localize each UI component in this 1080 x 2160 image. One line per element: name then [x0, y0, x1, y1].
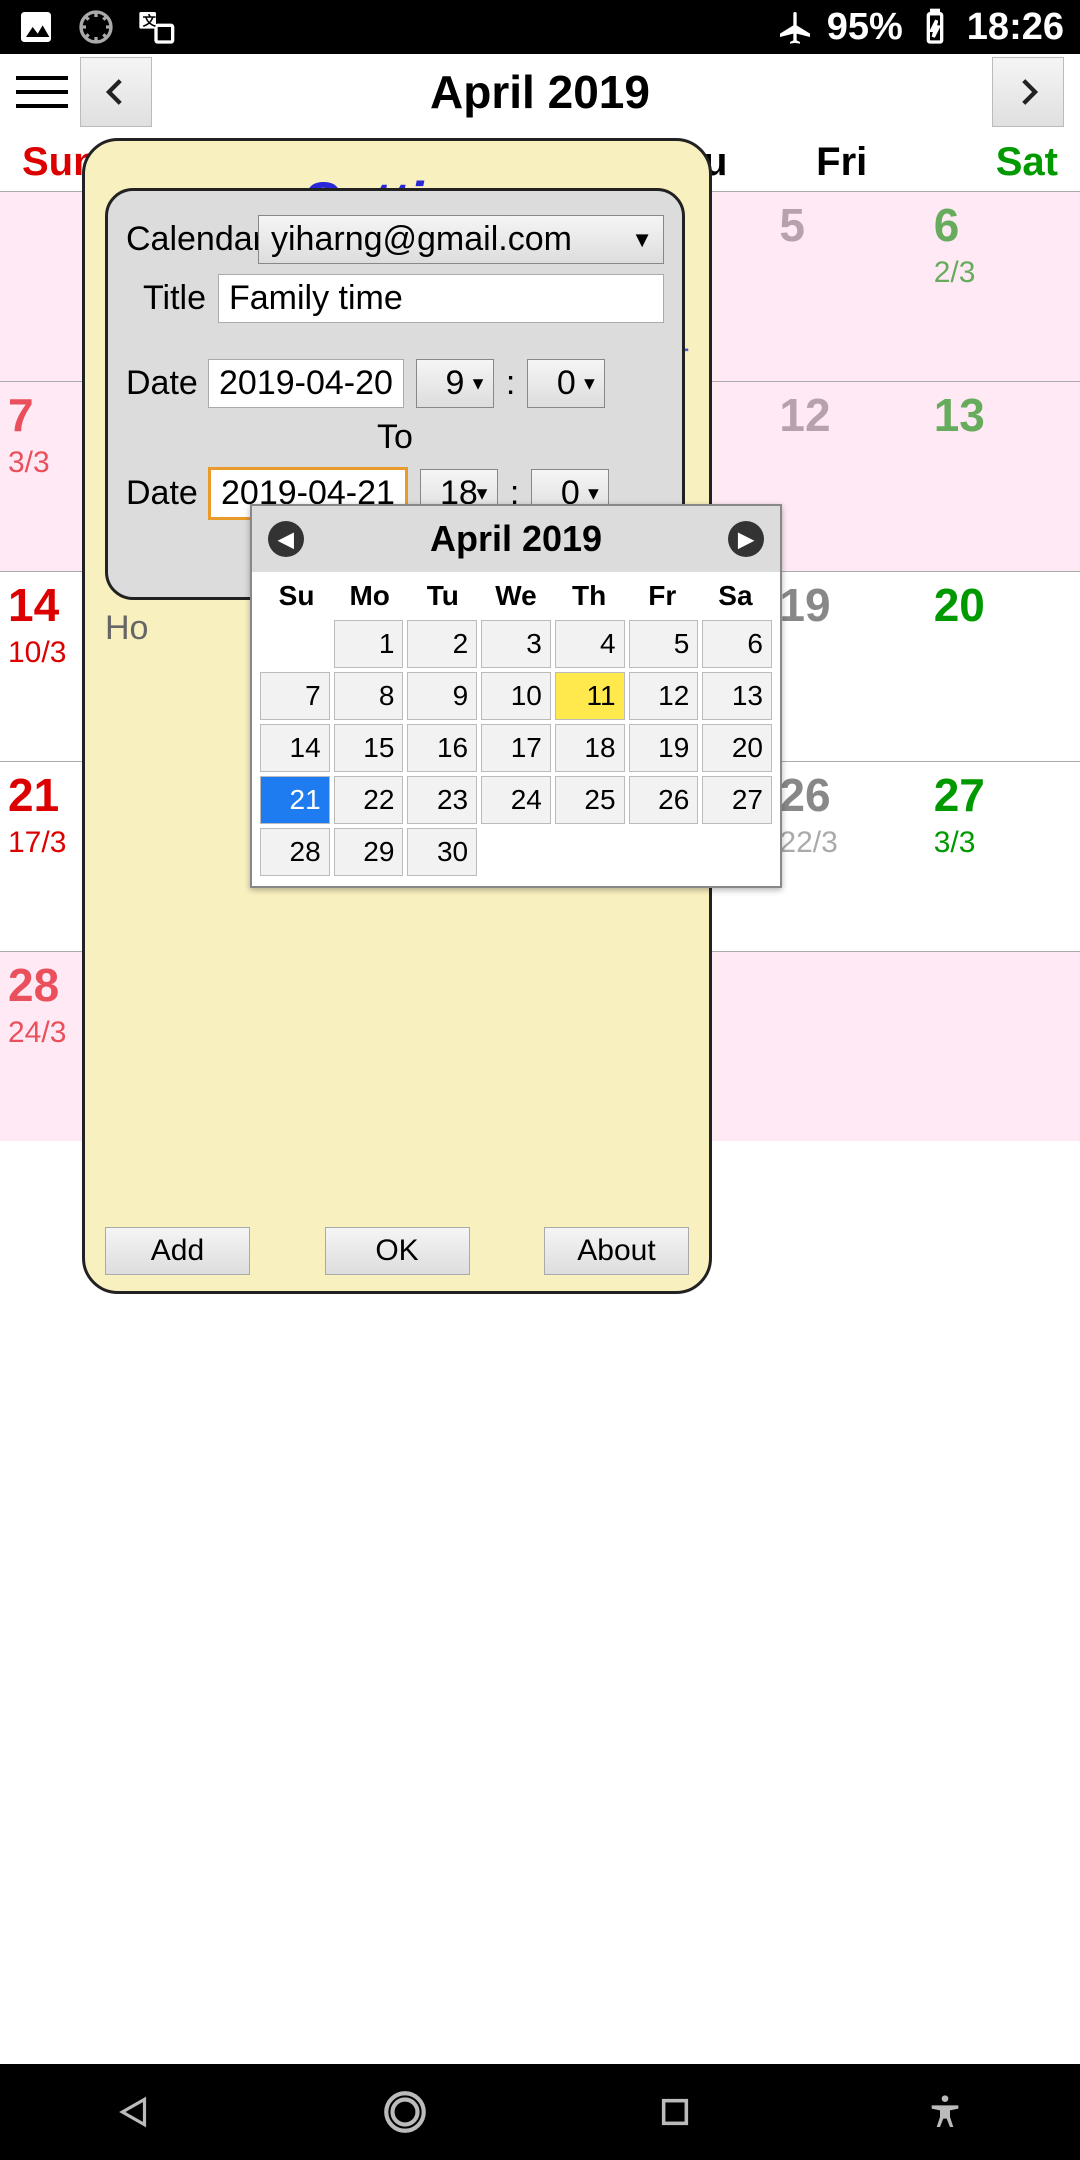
dp-dow-sa: Sa — [699, 580, 772, 612]
calendar-label: Calendar — [126, 220, 246, 259]
dp-next-button[interactable]: ▶ — [728, 521, 764, 557]
picture-icon — [16, 7, 56, 47]
dp-dow-su: Su — [260, 580, 333, 612]
dp-dow-mo: Mo — [333, 580, 406, 612]
svg-text:文: 文 — [143, 12, 157, 28]
to-label: To — [126, 418, 664, 457]
dp-day[interactable]: 26 — [629, 776, 699, 824]
clock-text: 18:26 — [967, 6, 1064, 49]
menu-button[interactable] — [12, 62, 72, 122]
day-number: 27 — [934, 768, 1072, 822]
dp-day[interactable]: 19 — [629, 724, 699, 772]
dp-day[interactable]: 10 — [481, 672, 551, 720]
from-min-select[interactable]: 0 — [527, 359, 605, 408]
dp-day[interactable]: 6 — [702, 620, 772, 668]
dp-day[interactable]: 28 — [260, 828, 330, 876]
from-date-input[interactable]: 2019-04-20 — [208, 359, 404, 408]
modal-ok-button[interactable]: OK — [325, 1227, 470, 1275]
lunar-date: 3/3 — [934, 826, 1072, 860]
dp-prev-button[interactable]: ◀ — [268, 521, 304, 557]
modal-add-button[interactable]: Add — [105, 1227, 250, 1275]
calendar-select[interactable]: yiharng@gmail.com — [258, 215, 664, 264]
day-number: 20 — [934, 578, 1072, 632]
next-month-button[interactable] — [992, 57, 1064, 127]
sync-icon — [76, 7, 116, 47]
back-button[interactable] — [105, 2082, 165, 2142]
day-cell[interactable]: 62/3 — [926, 192, 1080, 381]
dp-day[interactable]: 18 — [555, 724, 625, 772]
dp-dow-th: Th — [553, 580, 626, 612]
day-cell[interactable]: 13 — [926, 382, 1080, 571]
lunar-date: 22/3 — [779, 826, 917, 860]
dp-dow-tu: Tu — [406, 580, 479, 612]
day-number: 19 — [779, 578, 917, 632]
dp-day[interactable]: 11 — [555, 672, 625, 720]
battery-percent: 95% — [827, 6, 903, 49]
dp-day[interactable]: 16 — [407, 724, 477, 772]
title-label: Title — [126, 279, 206, 318]
dp-day[interactable]: 20 — [702, 724, 772, 772]
dp-day[interactable]: 4 — [555, 620, 625, 668]
dp-day[interactable]: 13 — [702, 672, 772, 720]
dp-day[interactable]: 27 — [702, 776, 772, 824]
date-picker: ◀ April 2019 ▶ Su Mo Tu We Th Fr Sa 1234… — [250, 504, 782, 888]
dp-day[interactable]: 2 — [407, 620, 477, 668]
from-hour-select[interactable]: 9 — [416, 359, 494, 408]
dp-dow-fr: Fr — [626, 580, 699, 612]
day-cell[interactable]: 12 — [771, 382, 925, 571]
dp-day[interactable]: 23 — [407, 776, 477, 824]
recent-button[interactable] — [645, 2082, 705, 2142]
day-cell[interactable] — [926, 952, 1080, 1141]
dow-fri: Fri — [766, 140, 917, 185]
dp-empty — [260, 620, 330, 668]
modal-about-button[interactable]: About — [544, 1227, 689, 1275]
prev-month-button[interactable] — [80, 57, 152, 127]
dow-sat: Sat — [917, 140, 1068, 185]
day-cell[interactable] — [771, 952, 925, 1141]
app-header: April 2019 — [0, 54, 1080, 130]
airplane-icon — [775, 7, 815, 47]
title-input[interactable]: Family time — [218, 274, 664, 323]
status-bar: 文 95% 18:26 — [0, 0, 1080, 54]
dp-day[interactable]: 12 — [629, 672, 699, 720]
to-date-label: Date — [126, 474, 196, 513]
dp-day[interactable]: 5 — [629, 620, 699, 668]
dp-title: April 2019 — [304, 518, 728, 560]
dp-day[interactable]: 15 — [334, 724, 404, 772]
dp-day[interactable]: 29 — [334, 828, 404, 876]
day-cell[interactable]: 26 22/3 — [771, 762, 925, 951]
day-cell[interactable]: 19 — [771, 572, 925, 761]
system-nav-bar — [0, 2064, 1080, 2160]
battery-charging-icon — [915, 7, 955, 47]
dp-day[interactable]: 3 — [481, 620, 551, 668]
dp-day[interactable]: 17 — [481, 724, 551, 772]
dp-day[interactable]: 9 — [407, 672, 477, 720]
dp-day[interactable]: 1 — [334, 620, 404, 668]
dp-day[interactable]: 24 — [481, 776, 551, 824]
dp-dow-we: We — [479, 580, 552, 612]
dp-day[interactable]: 8 — [334, 672, 404, 720]
day-cell[interactable]: 273/3 — [926, 762, 1080, 951]
ho-label: Ho — [105, 596, 148, 661]
accessibility-button[interactable] — [915, 2082, 975, 2142]
from-date-label: Date — [126, 364, 196, 403]
day-cell[interactable]: 5 — [771, 192, 925, 381]
day-number: 26 — [779, 768, 917, 822]
dp-day[interactable]: 21 — [260, 776, 330, 824]
dp-day[interactable]: 25 — [555, 776, 625, 824]
day-cell[interactable]: 20 — [926, 572, 1080, 761]
blank-area — [0, 1866, 1080, 2064]
translate-icon: 文 — [136, 7, 176, 47]
dp-day[interactable]: 14 — [260, 724, 330, 772]
dp-day[interactable]: 30 — [407, 828, 477, 876]
dp-day[interactable]: 22 — [334, 776, 404, 824]
dp-day[interactable]: 7 — [260, 672, 330, 720]
month-view: Sun Mon Tue Wed Thu Fri Sat 1234562/373/… — [0, 130, 1080, 1866]
page-title: April 2019 — [430, 65, 650, 119]
home-button[interactable] — [375, 2082, 435, 2142]
